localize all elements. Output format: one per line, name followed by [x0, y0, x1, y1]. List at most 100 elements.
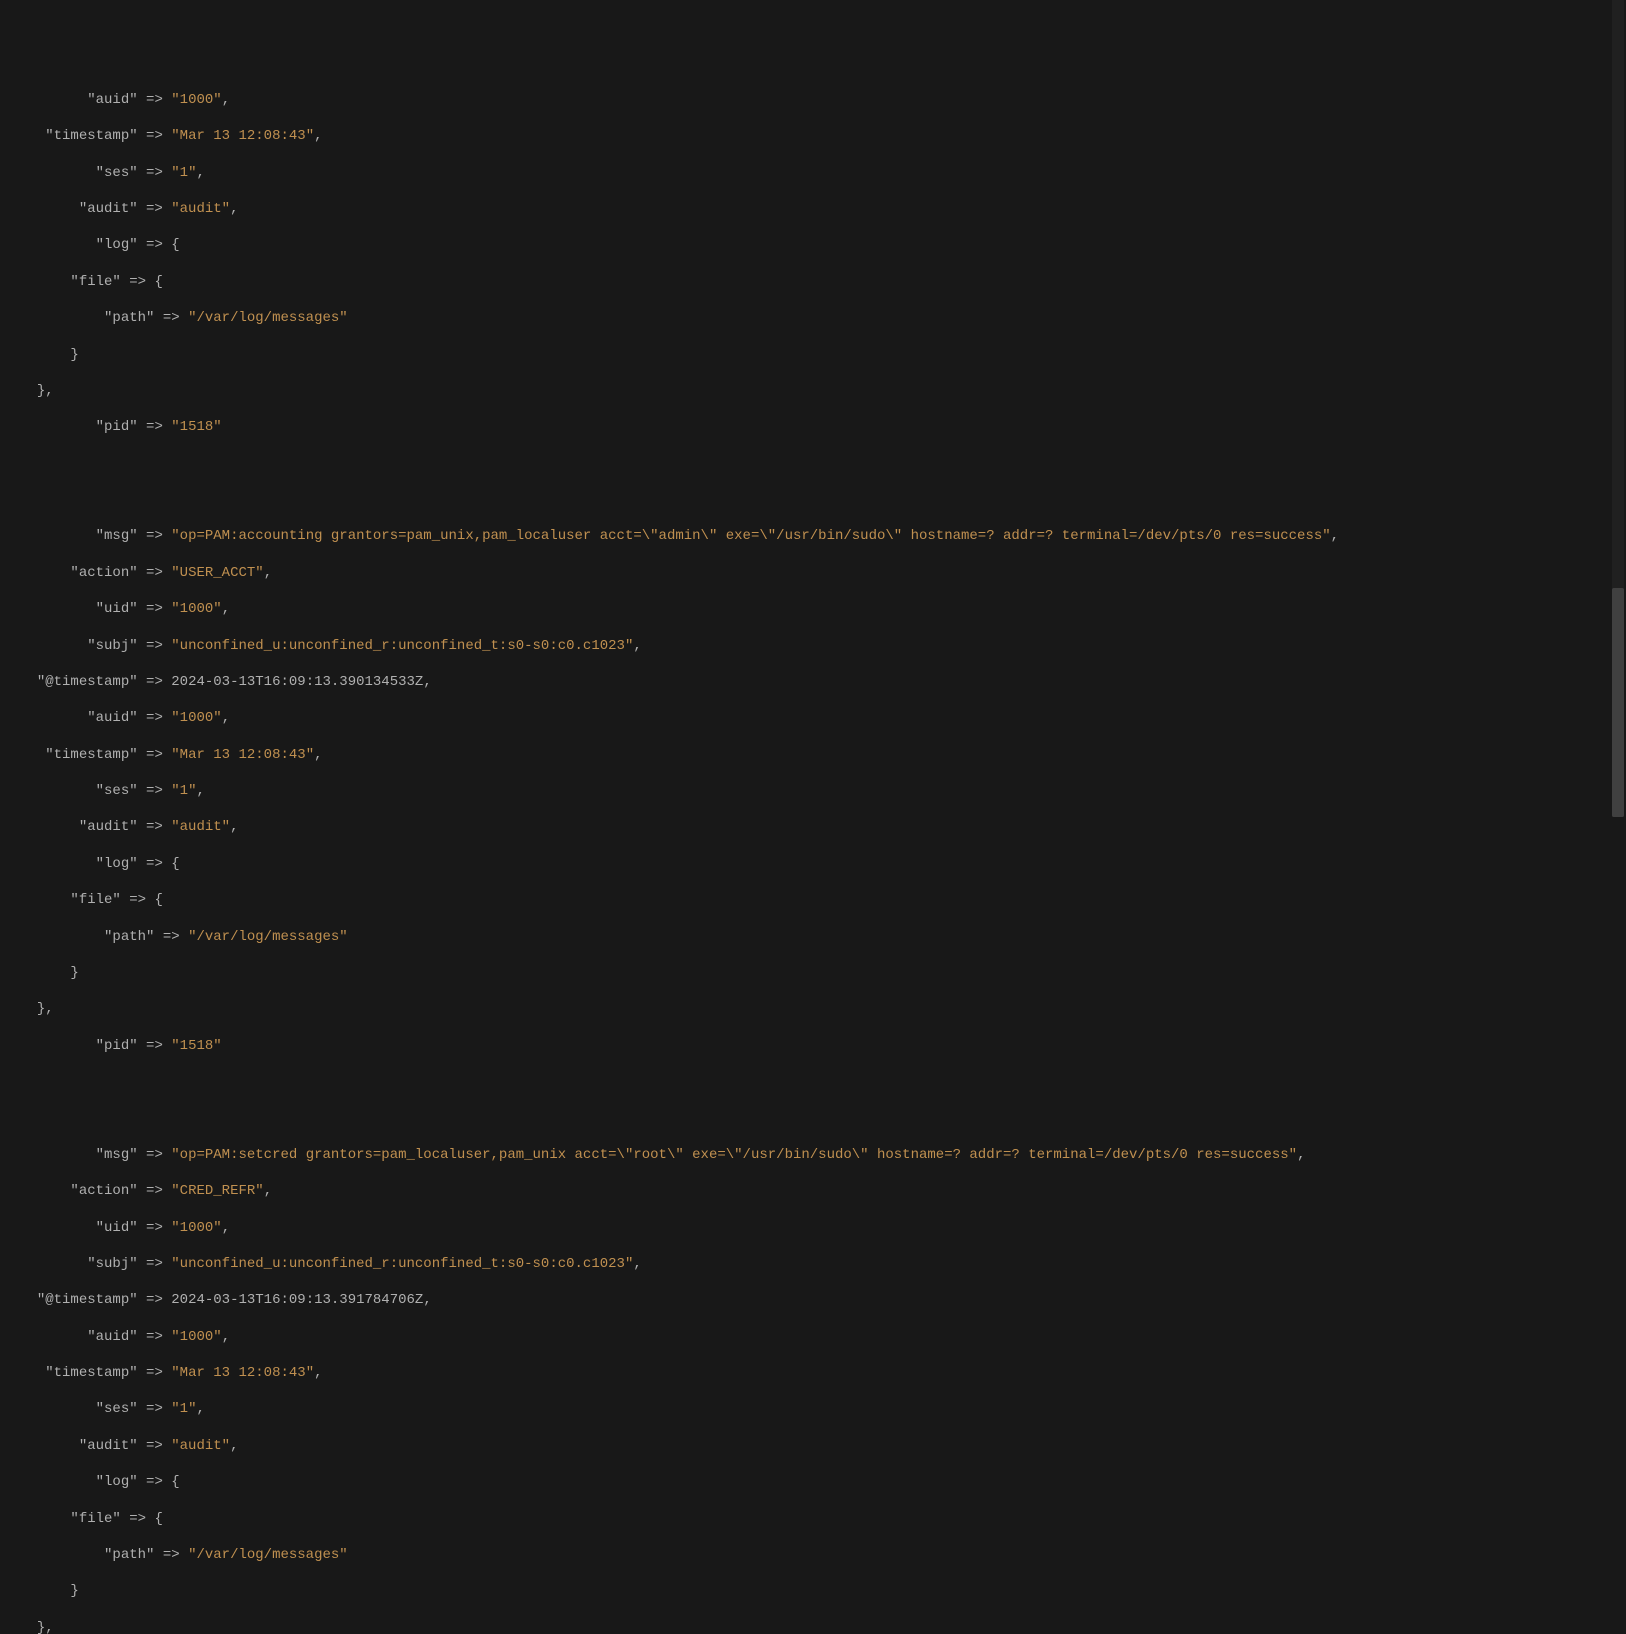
key-auid: "auid"	[87, 710, 137, 726]
key-ses: "ses"	[96, 1401, 138, 1417]
key-action: "action"	[70, 1183, 137, 1199]
key-audit: "audit"	[79, 1438, 138, 1454]
log-line: "uid" => "1000",	[20, 600, 1606, 618]
val-subj: "unconfined_u:unconfined_r:unconfined_t:…	[171, 1256, 633, 1272]
val-ses: "1"	[171, 165, 196, 181]
log-line: "@timestamp" => 2024-03-13T16:09:13.3901…	[20, 673, 1606, 691]
log-line: },	[20, 1000, 1606, 1018]
log-line: "action" => "USER_ACCT",	[20, 564, 1606, 582]
val-timestamp: "Mar 13 12:08:43"	[171, 747, 314, 763]
log-line: "auid" => "1000",	[20, 709, 1606, 727]
key-file: "file"	[70, 1511, 120, 1527]
key-pid: "pid"	[96, 1038, 138, 1054]
log-line: "audit" => "audit",	[20, 818, 1606, 836]
log-line: }	[20, 964, 1606, 982]
val-auid: "1000"	[171, 710, 221, 726]
log-line: "ses" => "1",	[20, 1400, 1606, 1418]
val-subj: "unconfined_u:unconfined_r:unconfined_t:…	[171, 638, 633, 654]
val-ses: "1"	[171, 1401, 196, 1417]
log-line: "timestamp" => "Mar 13 12:08:43",	[20, 1364, 1606, 1382]
log-line: "msg" => "op=PAM:setcred grantors=pam_lo…	[20, 1146, 1606, 1164]
scrollbar-track[interactable]	[1612, 0, 1624, 817]
log-line: "subj" => "unconfined_u:unconfined_r:unc…	[20, 1255, 1606, 1273]
log-output: "auid" => "1000", "timestamp" => "Mar 13…	[20, 73, 1606, 1634]
val-at-timestamp: 2024-03-13T16:09:13.390134533Z	[171, 674, 423, 690]
val-path: "/var/log/messages"	[188, 310, 348, 326]
key-msg: "msg"	[96, 1147, 138, 1163]
val-pid: "1518"	[171, 1038, 221, 1054]
log-line: "pid" => "1518"	[20, 418, 1606, 436]
val-audit: "audit"	[171, 1438, 230, 1454]
log-line: "pid" => "1518"	[20, 1037, 1606, 1055]
log-line: "log" => {	[20, 1473, 1606, 1491]
val-path: "/var/log/messages"	[188, 1547, 348, 1563]
val-audit: "audit"	[171, 201, 230, 217]
log-line: "timestamp" => "Mar 13 12:08:43",	[20, 746, 1606, 764]
log-line: "auid" => "1000",	[20, 91, 1606, 109]
log-line: "timestamp" => "Mar 13 12:08:43",	[20, 127, 1606, 145]
key-file: "file"	[70, 892, 120, 908]
key-auid: "auid"	[87, 1329, 137, 1345]
key-file: "file"	[70, 274, 120, 290]
log-line: "ses" => "1",	[20, 782, 1606, 800]
key-path: "path"	[104, 310, 154, 326]
log-line: },	[20, 1619, 1606, 1634]
val-msg: "op=PAM:accounting grantors=pam_unix,pam…	[171, 528, 1330, 544]
val-auid: "1000"	[171, 92, 221, 108]
log-line: "auid" => "1000",	[20, 1328, 1606, 1346]
val-at-timestamp: 2024-03-13T16:09:13.391784706Z	[171, 1292, 423, 1308]
val-ses: "1"	[171, 783, 196, 799]
key-subj: "subj"	[87, 638, 137, 654]
scrollbar-thumb[interactable]	[1612, 588, 1624, 817]
val-action: "CRED_REFR"	[171, 1183, 263, 1199]
key-at-timestamp: "@timestamp"	[37, 674, 138, 690]
key-path: "path"	[104, 929, 154, 945]
log-line: "file" => {	[20, 891, 1606, 909]
log-line: "path" => "/var/log/messages"	[20, 928, 1606, 946]
key-subj: "subj"	[87, 1256, 137, 1272]
key-audit: "audit"	[79, 201, 138, 217]
log-line: "msg" => "op=PAM:accounting grantors=pam…	[20, 527, 1606, 545]
val-timestamp: "Mar 13 12:08:43"	[171, 128, 314, 144]
val-path: "/var/log/messages"	[188, 929, 348, 945]
key-audit: "audit"	[79, 819, 138, 835]
log-line: "ses" => "1",	[20, 164, 1606, 182]
key-uid: "uid"	[96, 1220, 138, 1236]
log-line: "path" => "/var/log/messages"	[20, 1546, 1606, 1564]
key-pid: "pid"	[96, 419, 138, 435]
val-uid: "1000"	[171, 601, 221, 617]
log-line: "log" => {	[20, 855, 1606, 873]
key-ses: "ses"	[96, 165, 138, 181]
log-line: "uid" => "1000",	[20, 1219, 1606, 1237]
key-timestamp: "timestamp"	[45, 747, 137, 763]
val-auid: "1000"	[171, 1329, 221, 1345]
key-timestamp: "timestamp"	[45, 128, 137, 144]
key-path: "path"	[104, 1547, 154, 1563]
blank-line	[20, 1109, 1606, 1127]
key-log: "log"	[96, 237, 138, 253]
blank-line	[20, 1073, 1606, 1091]
key-timestamp: "timestamp"	[45, 1365, 137, 1381]
val-action: "USER_ACCT"	[171, 565, 263, 581]
log-line: "audit" => "audit",	[20, 1437, 1606, 1455]
log-line: "action" => "CRED_REFR",	[20, 1182, 1606, 1200]
log-line: }	[20, 1582, 1606, 1600]
log-line: },	[20, 382, 1606, 400]
key-action: "action"	[70, 565, 137, 581]
log-line: "file" => {	[20, 1510, 1606, 1528]
key-log: "log"	[96, 1474, 138, 1490]
blank-line	[20, 455, 1606, 473]
log-line: "@timestamp" => 2024-03-13T16:09:13.3917…	[20, 1291, 1606, 1309]
key-ses: "ses"	[96, 783, 138, 799]
val-pid: "1518"	[171, 419, 221, 435]
log-line: "path" => "/var/log/messages"	[20, 309, 1606, 327]
val-msg: "op=PAM:setcred grantors=pam_localuser,p…	[171, 1147, 1297, 1163]
log-line: "subj" => "unconfined_u:unconfined_r:unc…	[20, 637, 1606, 655]
blank-line	[20, 491, 1606, 509]
val-audit: "audit"	[171, 819, 230, 835]
key-at-timestamp: "@timestamp"	[37, 1292, 138, 1308]
log-line: "log" => {	[20, 236, 1606, 254]
key-log: "log"	[96, 856, 138, 872]
key-uid: "uid"	[96, 601, 138, 617]
log-line: }	[20, 346, 1606, 364]
